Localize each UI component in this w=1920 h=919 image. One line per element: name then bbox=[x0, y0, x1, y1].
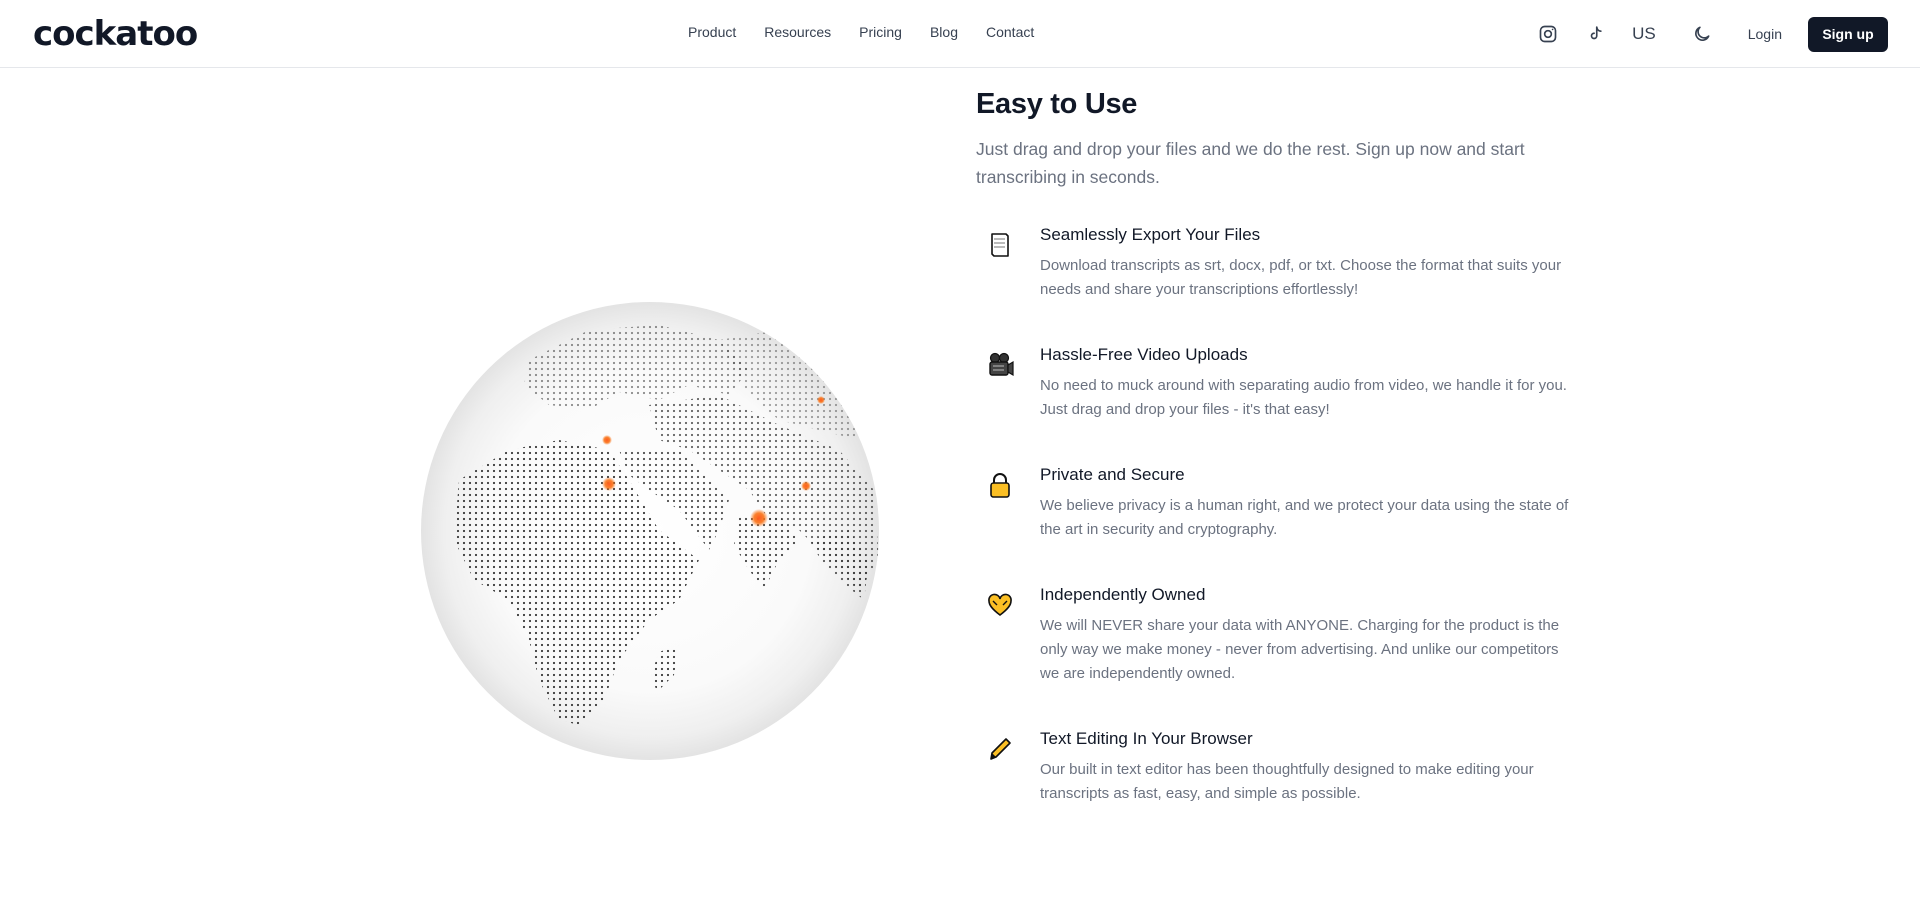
feature-item: Seamlessly Export Your Files Download tr… bbox=[976, 223, 1576, 343]
location-marker bbox=[817, 396, 825, 404]
signup-button[interactable]: Sign up bbox=[1808, 16, 1888, 52]
nav-blog[interactable]: Blog bbox=[930, 24, 958, 40]
feature-title: Seamlessly Export Your Files bbox=[1040, 225, 1261, 244]
instagram-icon[interactable] bbox=[1528, 16, 1568, 52]
feature-title: Text Editing In Your Browser bbox=[1040, 729, 1253, 748]
nav-pricing[interactable]: Pricing bbox=[859, 24, 902, 40]
feature-list: Seamlessly Export Your Files Download tr… bbox=[976, 223, 1576, 837]
header-actions: US Login Sign up bbox=[1520, 16, 1888, 52]
location-marker bbox=[801, 481, 811, 491]
moon-icon[interactable] bbox=[1682, 16, 1722, 52]
location-marker bbox=[750, 509, 768, 527]
nav-resources[interactable]: Resources bbox=[764, 24, 831, 40]
section-subtitle: Just drag and drop your files and we do … bbox=[976, 139, 1525, 187]
locale-selector[interactable]: US bbox=[1632, 24, 1656, 44]
feature-item: Independently Owned We will NEVER share … bbox=[976, 583, 1576, 727]
feature-item: Hassle-Free Video Uploads No need to muc… bbox=[976, 343, 1576, 463]
video-camera-icon bbox=[984, 349, 1016, 381]
section-title: Easy to Use bbox=[976, 88, 1138, 120]
logo[interactable]: cockatoo bbox=[33, 14, 198, 54]
globe-svg bbox=[421, 302, 879, 760]
feature-description: Download transcripts as srt, docx, pdf, … bbox=[1040, 257, 1562, 298]
document-icon bbox=[984, 229, 1016, 261]
feature-description: We will NEVER share your data with ANYON… bbox=[1040, 617, 1560, 682]
nav-product[interactable]: Product bbox=[688, 24, 736, 40]
tiktok-icon[interactable] bbox=[1576, 16, 1616, 52]
feature-item: Private and Secure We believe privacy is… bbox=[976, 463, 1576, 583]
feature-title: Private and Secure bbox=[1040, 465, 1185, 484]
feature-title: Hassle-Free Video Uploads bbox=[1040, 345, 1248, 364]
feature-description: No need to muck around with separating a… bbox=[1040, 377, 1567, 418]
heart-hands-icon bbox=[984, 589, 1016, 621]
easy-to-use-section: Easy to Use Just drag and drop your file… bbox=[976, 88, 1576, 837]
globe bbox=[419, 300, 881, 762]
location-marker bbox=[602, 477, 616, 491]
main-nav: Product Resources Pricing Blog Contact bbox=[688, 24, 1034, 40]
pencil-icon bbox=[984, 733, 1016, 765]
feature-description: Our built in text editor has been though… bbox=[1040, 761, 1534, 802]
nav-contact[interactable]: Contact bbox=[986, 24, 1034, 40]
location-marker bbox=[602, 435, 612, 445]
feature-description: We believe privacy is a human right, and… bbox=[1040, 497, 1569, 538]
site-header: cockatoo Product Resources Pricing Blog … bbox=[0, 0, 1920, 68]
lock-icon bbox=[984, 469, 1016, 501]
feature-item: Text Editing In Your Browser Our built i… bbox=[976, 727, 1576, 837]
login-link[interactable]: Login bbox=[1748, 26, 1782, 42]
feature-title: Independently Owned bbox=[1040, 585, 1206, 604]
